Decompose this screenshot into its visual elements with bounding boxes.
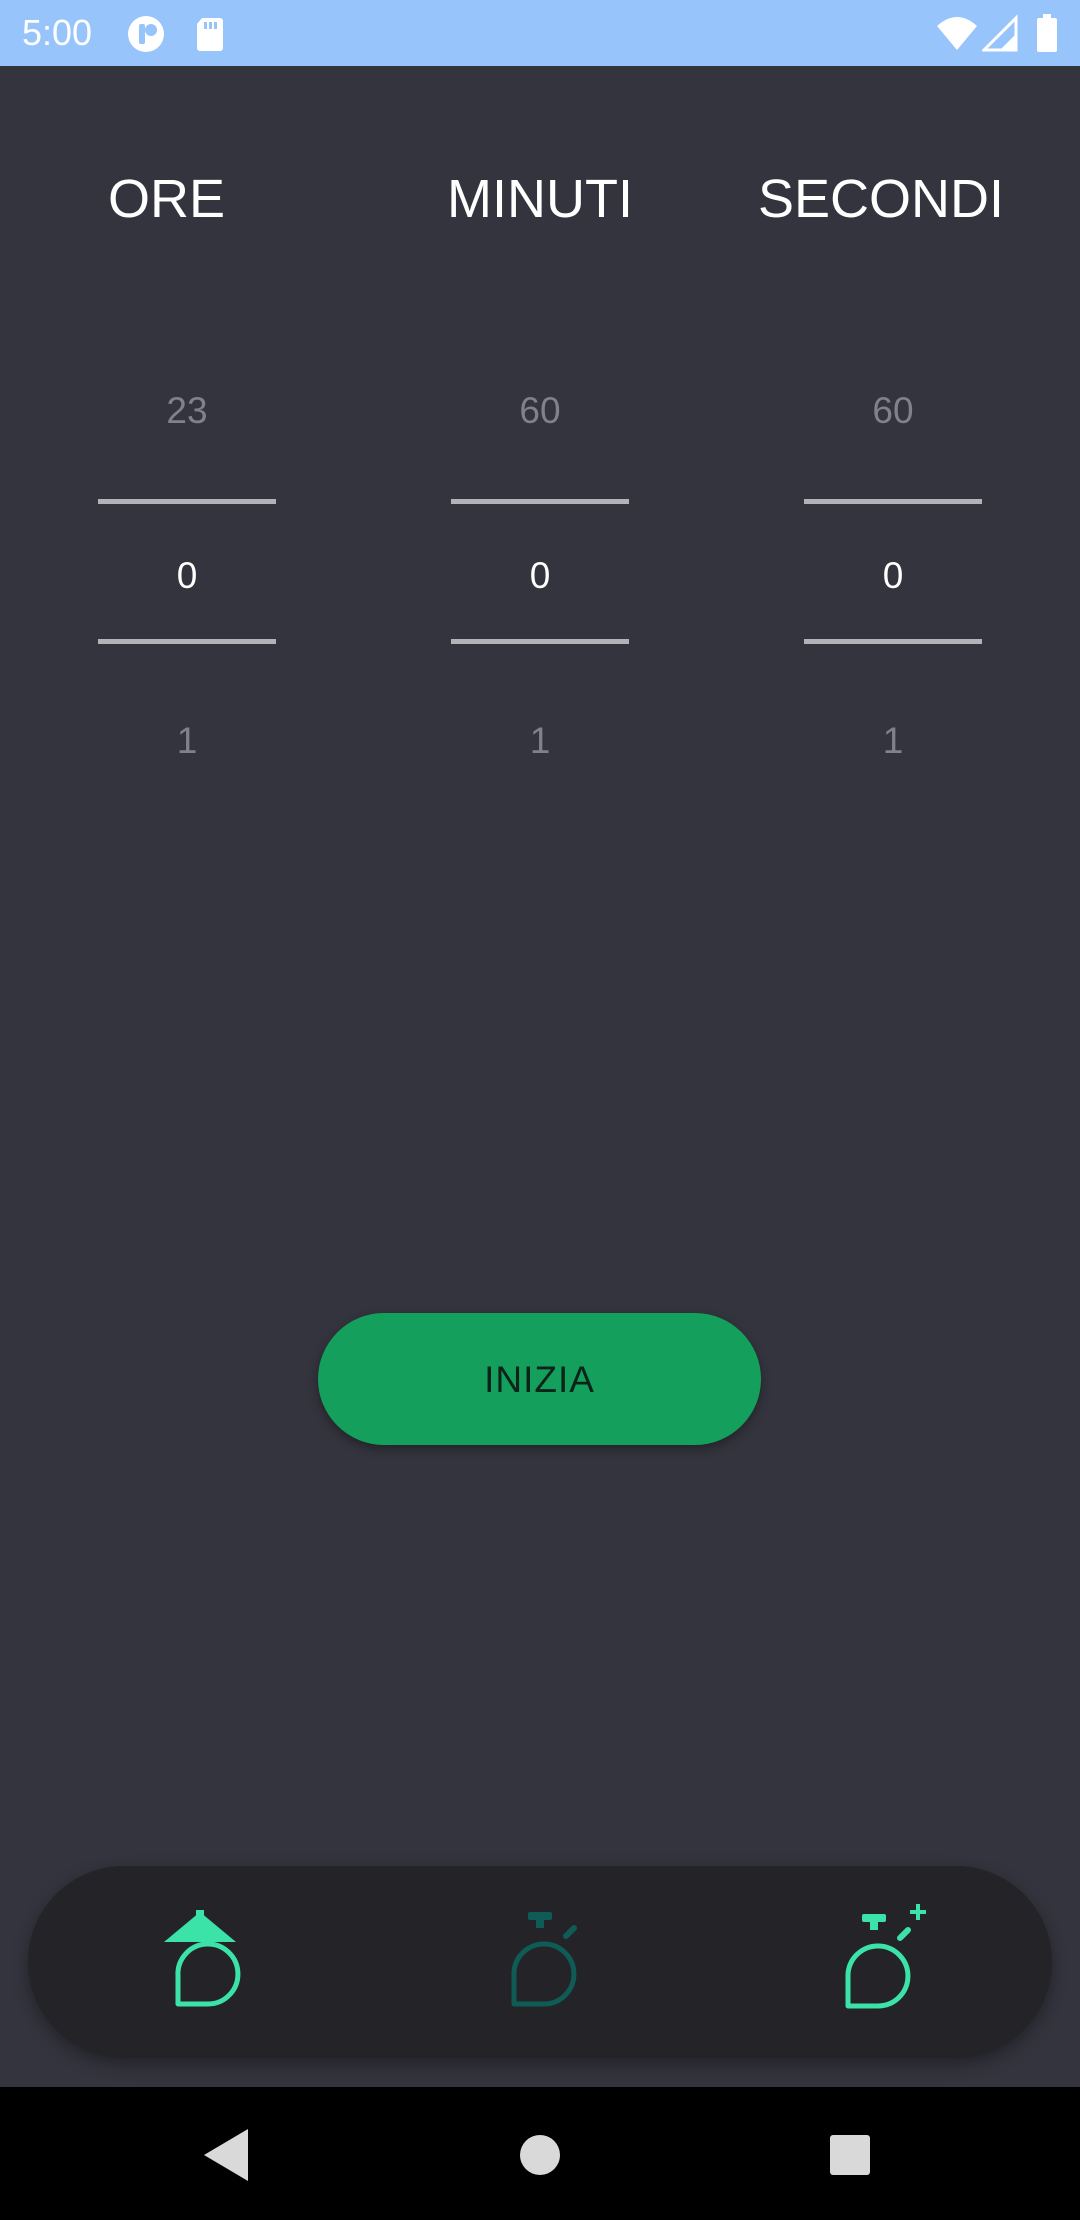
- picker-divider: [804, 639, 982, 644]
- stopwatch-icon: [511, 1912, 577, 2007]
- bottom-navigation: [28, 1866, 1052, 2058]
- recents-button[interactable]: [810, 2115, 890, 2195]
- seconds-picker[interactable]: 60 0 1: [804, 380, 982, 762]
- picker-divider: [804, 499, 982, 504]
- minutes-next-value[interactable]: 1: [451, 720, 629, 762]
- minutes-current-value[interactable]: 0: [451, 555, 629, 597]
- nav-add-timer[interactable]: [818, 1902, 938, 2022]
- recents-icon: [830, 2135, 870, 2175]
- hours-prev-value[interactable]: 23: [98, 390, 276, 432]
- hours-next-value[interactable]: 1: [98, 720, 276, 762]
- minutes-prev-value[interactable]: 60: [451, 390, 629, 432]
- signal-icon: [980, 14, 1018, 54]
- battery-icon: [1036, 14, 1058, 54]
- add-timer-icon: [845, 1904, 926, 2009]
- timer-screen: 5:00 ORE MINUTI SECONDI 23 0 1 60 0 1 60…: [0, 0, 1080, 2220]
- hours-header: ORE: [108, 169, 226, 229]
- notification-icon: [126, 14, 166, 54]
- seconds-current-value[interactable]: 0: [804, 555, 982, 597]
- seconds-prev-value[interactable]: 60: [804, 390, 982, 432]
- status-bar: 5:00: [0, 0, 1080, 66]
- seconds-header: SECONDI: [758, 169, 1005, 229]
- nav-stopwatch[interactable]: [480, 1902, 600, 2022]
- back-button[interactable]: [186, 2115, 266, 2195]
- system-navigation-bar: [0, 2087, 1080, 2220]
- seconds-next-value[interactable]: 1: [804, 720, 982, 762]
- picker-divider: [451, 639, 629, 644]
- hours-current-value[interactable]: 0: [98, 555, 276, 597]
- sd-card-icon: [190, 14, 230, 54]
- picker-divider: [98, 639, 276, 644]
- picker-divider: [98, 499, 276, 504]
- start-button[interactable]: INIZIA: [318, 1313, 761, 1445]
- home-icon: [520, 2135, 560, 2175]
- hours-picker[interactable]: 23 0 1: [98, 380, 276, 762]
- status-time: 5:00: [22, 12, 93, 53]
- wifi-icon: [936, 14, 978, 54]
- home-button[interactable]: [500, 2115, 580, 2195]
- start-button-label: INIZIA: [484, 1359, 595, 1400]
- nav-home-timer[interactable]: [142, 1902, 262, 2022]
- minutes-picker[interactable]: 60 0 1: [451, 380, 629, 762]
- back-icon: [204, 2129, 248, 2181]
- home-timer-icon: [164, 1910, 241, 2007]
- picker-divider: [451, 499, 629, 504]
- minutes-header: MINUTI: [447, 169, 633, 229]
